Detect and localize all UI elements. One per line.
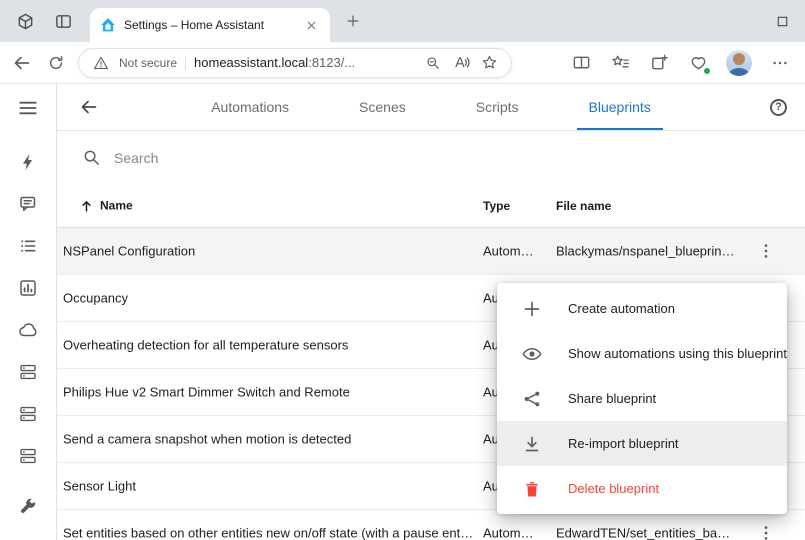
home-assistant-favicon: [100, 17, 116, 33]
sidebar-wrench-icon[interactable]: [16, 494, 40, 518]
download-icon: [522, 434, 542, 454]
read-aloud-icon[interactable]: [451, 53, 471, 73]
workspaces-icon[interactable]: [14, 10, 36, 32]
column-header-type[interactable]: Type: [483, 199, 510, 213]
browser-tab-strip: Settings – Home Assistant: [0, 0, 805, 42]
maximize-icon[interactable]: [776, 15, 789, 28]
table-row[interactable]: Set entities based on other entities new…: [57, 510, 805, 540]
search-row: [57, 131, 805, 184]
search-icon: [81, 148, 101, 168]
url-path: :8123/...: [308, 55, 355, 70]
tab-close-icon[interactable]: [302, 16, 320, 34]
browser-tab[interactable]: Settings – Home Assistant: [90, 8, 330, 42]
ha-nav-tabs: Automations Scenes Scripts Blueprints: [57, 84, 805, 130]
settings-more-icon[interactable]: [769, 52, 791, 74]
plus-icon: [522, 299, 542, 319]
sidebar-server-icon-1[interactable]: [16, 360, 40, 384]
menu-item-share-blueprint[interactable]: Share blueprint: [497, 376, 787, 421]
essentials-status-dot: [703, 67, 711, 75]
new-tab-icon[interactable]: [344, 12, 362, 30]
address-divider: [185, 56, 186, 70]
toolbar-right-icons: [570, 50, 791, 76]
row-overflow-icon[interactable]: [753, 520, 779, 540]
url-text: homeassistant.local:8123/...: [194, 55, 415, 70]
split-screen-icon[interactable]: [570, 52, 592, 74]
refresh-icon[interactable]: [44, 51, 68, 75]
sidebar-chart-icon[interactable]: [16, 276, 40, 300]
menu-item-delete-blueprint[interactable]: Delete blueprint: [497, 466, 787, 511]
tab-automations[interactable]: Automations: [199, 84, 301, 130]
sort-ascending-icon: [79, 198, 94, 213]
sidebar-server-icon-3[interactable]: [16, 444, 40, 468]
sidebar-cloud-icon[interactable]: [16, 318, 40, 342]
table-header: Name Type File name: [57, 184, 805, 228]
not-secure-warning-icon[interactable]: [91, 53, 111, 73]
not-secure-label: Not secure: [119, 56, 177, 70]
sidebar-server-icon-2[interactable]: [16, 402, 40, 426]
sidebar-menu-icon[interactable]: [16, 96, 40, 120]
ha-back-icon[interactable]: [77, 95, 101, 119]
tab-scenes[interactable]: Scenes: [347, 84, 418, 130]
column-header-file[interactable]: File name: [556, 199, 611, 213]
help-icon[interactable]: ?: [770, 99, 787, 116]
tab-blueprints[interactable]: Blueprints: [577, 84, 663, 130]
share-icon: [522, 389, 542, 409]
sidebar-forum-icon[interactable]: [16, 192, 40, 216]
ha-header: Automations Scenes Scripts Blueprints ?: [57, 84, 805, 131]
zoom-out-icon[interactable]: [423, 53, 443, 73]
eye-icon: [522, 344, 542, 364]
favorite-star-icon[interactable]: [479, 53, 499, 73]
sidebar-flash-icon[interactable]: [16, 150, 40, 174]
address-bar[interactable]: Not secure homeassistant.local:8123/...: [78, 48, 512, 78]
table-row[interactable]: NSPanel Configuration Autom… Blackymas/n…: [57, 228, 805, 275]
menu-item-reimport-blueprint[interactable]: Re-import blueprint: [497, 421, 787, 466]
tab-title: Settings – Home Assistant: [124, 18, 294, 32]
sidebar-list-icon[interactable]: [16, 234, 40, 258]
tab-scripts[interactable]: Scripts: [464, 84, 531, 130]
profile-avatar[interactable]: [726, 50, 752, 76]
trash-icon: [522, 479, 542, 499]
favorites-hub-icon[interactable]: [609, 52, 631, 74]
vertical-tabs-icon[interactable]: [52, 10, 74, 32]
row-overflow-icon[interactable]: [753, 238, 779, 264]
search-input[interactable]: [114, 150, 444, 166]
menu-item-show-automations[interactable]: Show automations using this blueprint: [497, 331, 787, 376]
url-host: homeassistant.local: [194, 55, 308, 70]
browser-essentials-icon[interactable]: [687, 52, 709, 74]
blueprint-context-menu: Create automation Show automations using…: [497, 283, 787, 514]
collections-icon[interactable]: [648, 52, 670, 74]
ha-sidebar: [0, 84, 57, 540]
column-header-name[interactable]: Name: [79, 198, 133, 213]
browser-toolbar: Not secure homeassistant.local:8123/...: [0, 42, 805, 84]
menu-item-create-automation[interactable]: Create automation: [497, 286, 787, 331]
window-controls: [776, 15, 789, 28]
back-icon[interactable]: [10, 51, 34, 75]
